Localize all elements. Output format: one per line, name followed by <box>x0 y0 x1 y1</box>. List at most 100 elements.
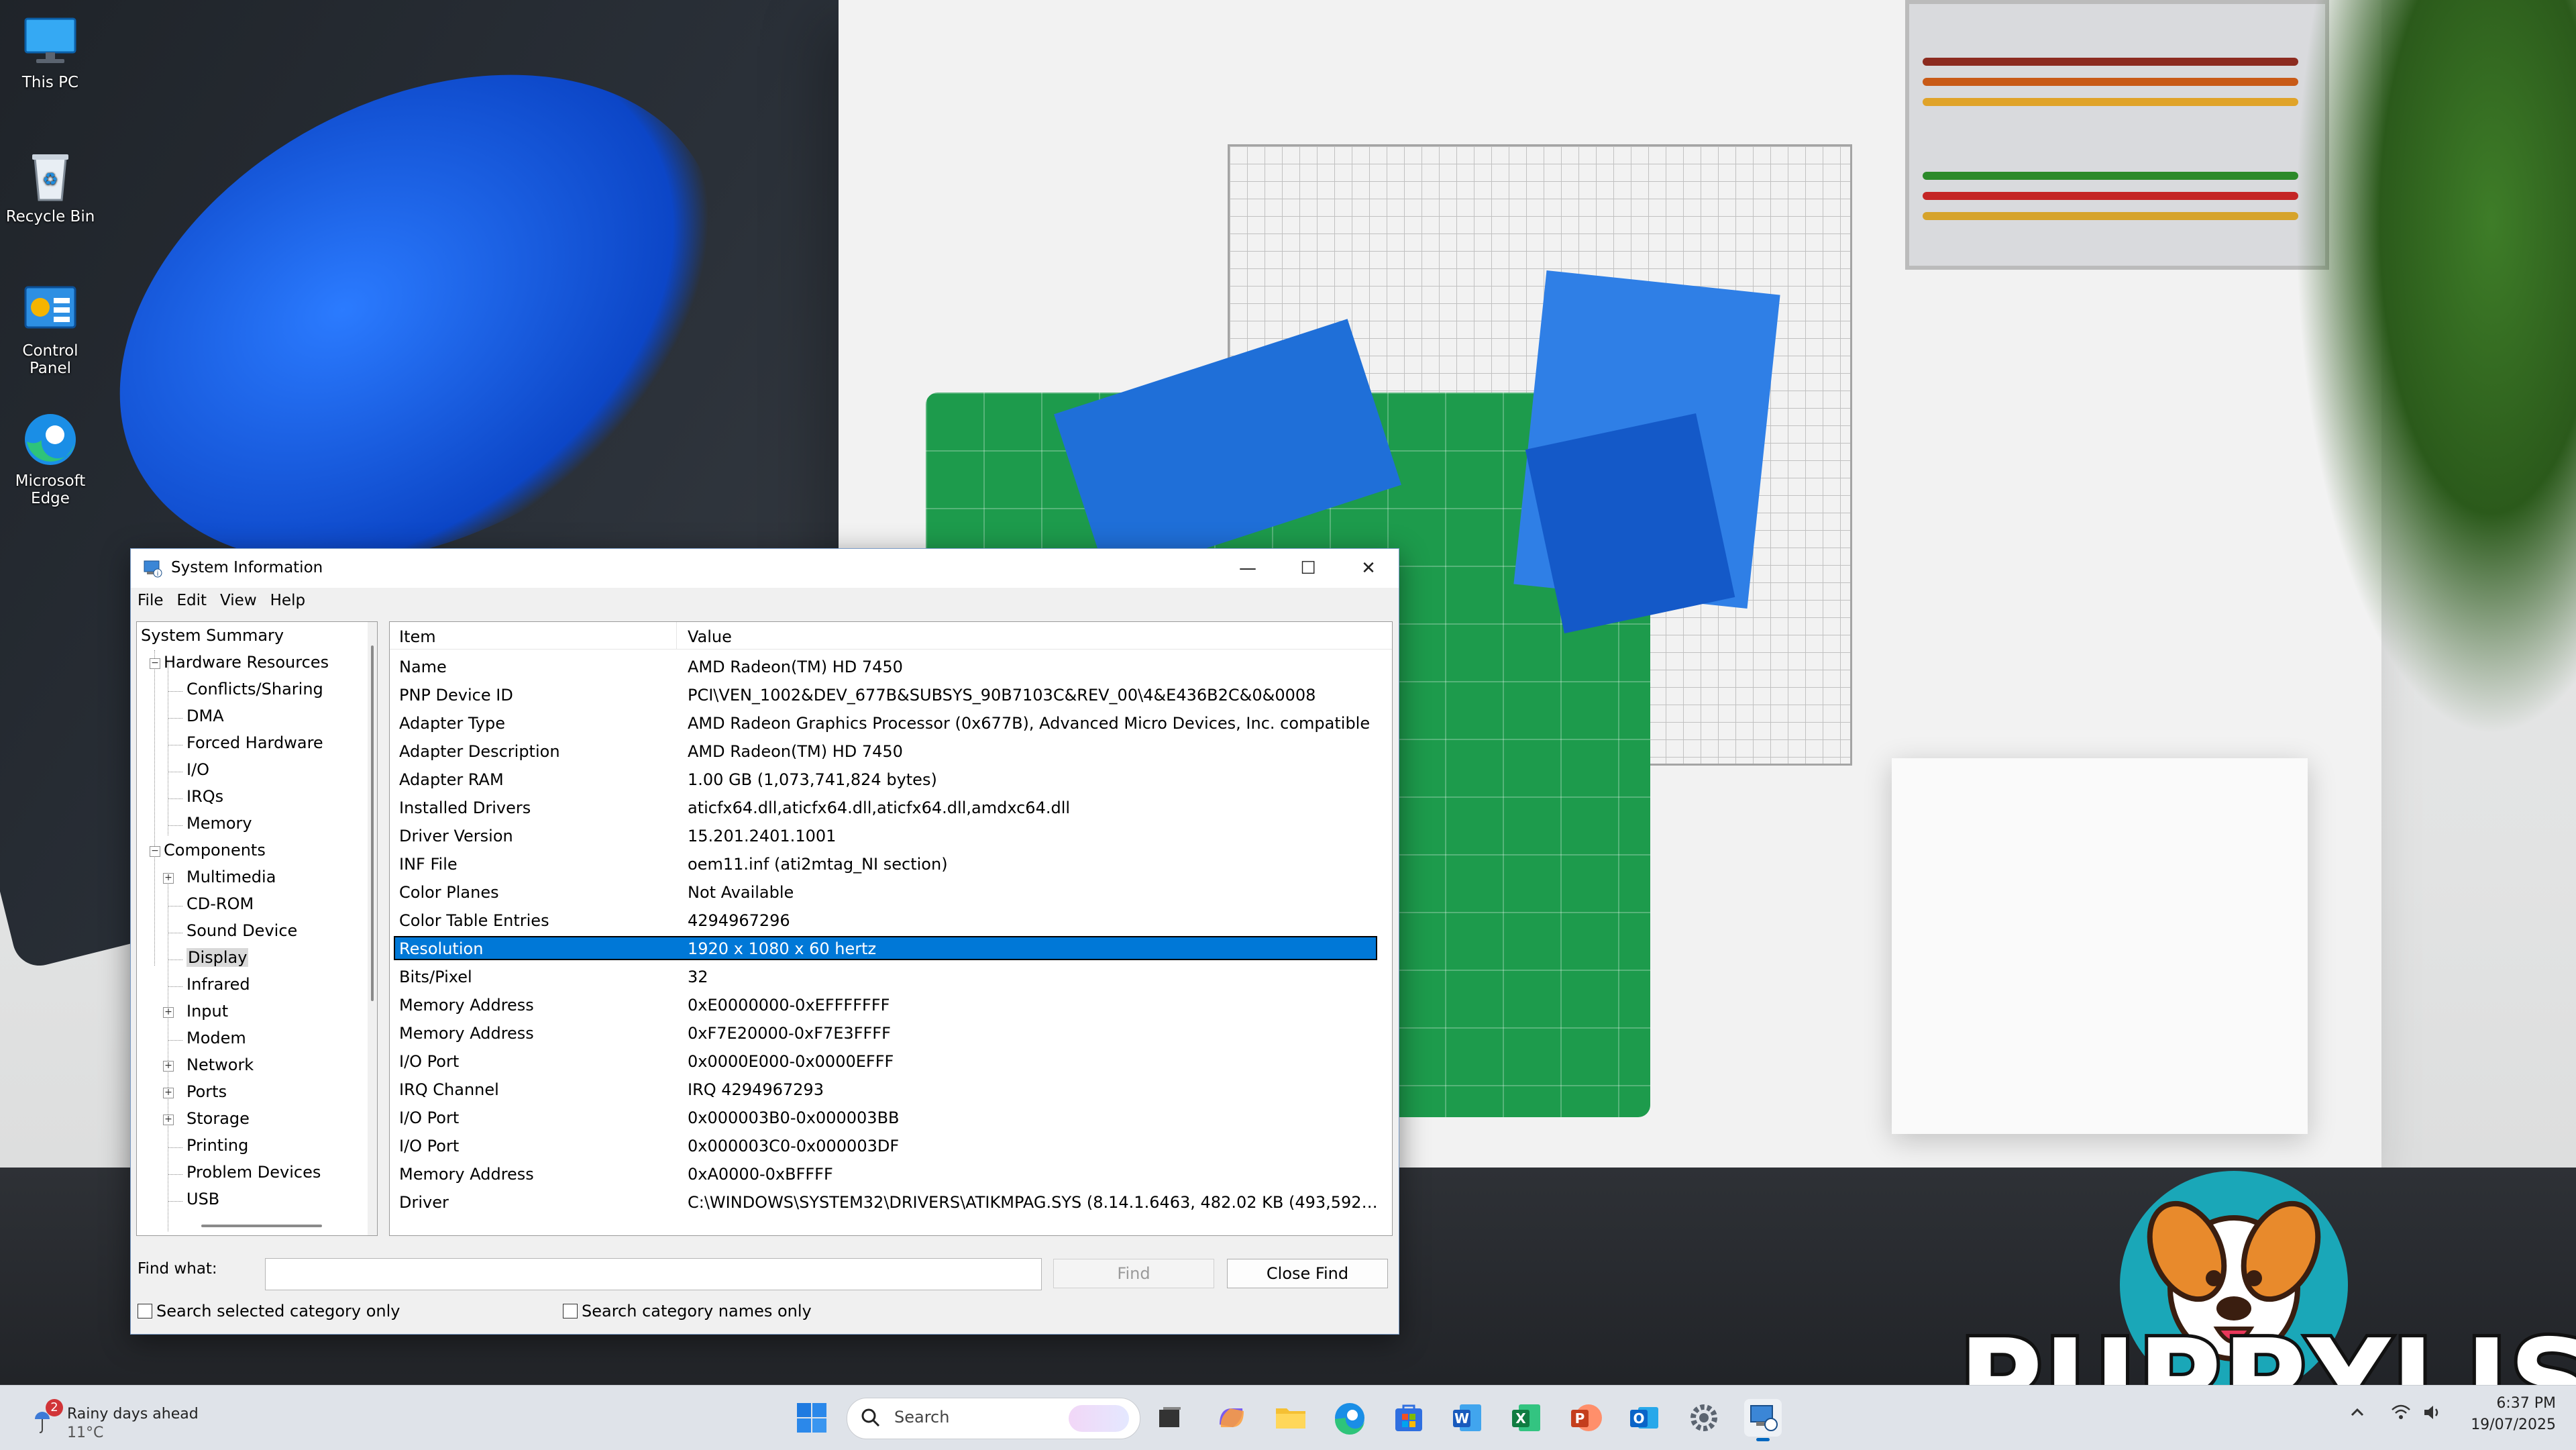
desktop-icon-this-pc[interactable]: This PC <box>0 12 101 91</box>
list-row[interactable]: I/O Port 0x000003B0-0x000003BB <box>390 1104 1392 1132</box>
tree-item-components[interactable]: Components <box>164 841 266 860</box>
list-row[interactable]: I/O Port 0x0000E000-0x0000EFFF <box>390 1047 1392 1076</box>
chevron-up-icon[interactable] <box>2348 1403 2367 1422</box>
list-row[interactable]: Resolution 1920 x 1080 x 60 hertz <box>390 935 1392 963</box>
list-row[interactable]: Adapter Type AMD Radeon Graphics Processo… <box>390 709 1392 737</box>
tree-item-irqs[interactable]: IRQs <box>186 787 223 806</box>
desktop-icon-label: Recycle Bin <box>5 208 95 225</box>
task-view-icon[interactable] <box>1151 1399 1189 1437</box>
tree-item-printing[interactable]: Printing <box>186 1136 248 1155</box>
tree-item-sound-device[interactable]: Sound Device <box>186 921 297 940</box>
clock-date[interactable]: 19/07/2025 <box>2462 1416 2556 1433</box>
collapse-icon[interactable]: − <box>150 846 160 857</box>
column-header-item[interactable]: Item <box>399 627 436 646</box>
minimize-button[interactable]: — <box>1218 549 1278 588</box>
excel-icon[interactable]: X <box>1508 1399 1546 1437</box>
control-panel-icon <box>21 280 79 338</box>
list-row[interactable]: Adapter Description AMD Radeon(TM) HD 745… <box>390 737 1392 766</box>
tree-vertical-scrollbar[interactable] <box>368 622 377 1235</box>
maximize-button[interactable]: ☐ <box>1278 549 1338 588</box>
expand-icon[interactable]: + <box>163 1088 174 1098</box>
list-row[interactable]: Adapter RAM 1.00 GB (1,073,741,824 bytes) <box>390 766 1392 794</box>
tree-item-conflicts-sharing[interactable]: Conflicts/Sharing <box>186 680 323 698</box>
column-header-value[interactable]: Value <box>688 627 732 646</box>
wifi-icon[interactable] <box>2391 1403 2411 1422</box>
file-explorer-icon[interactable] <box>1272 1399 1309 1437</box>
scrollbar-thumb[interactable] <box>371 645 374 1001</box>
list-row[interactable]: Memory Address 0xF7E20000-0xF7E3FFFF <box>390 1019 1392 1047</box>
taskbar-search-box[interactable]: Search <box>847 1398 1140 1439</box>
search-category-names-checkbox[interactable]: Search category names only <box>563 1302 812 1320</box>
menu-help[interactable]: Help <box>264 588 312 609</box>
desktop-icon-recycle-bin[interactable]: ♻ Recycle Bin <box>0 146 101 225</box>
expand-icon[interactable]: + <box>163 1007 174 1018</box>
tree-item-modem[interactable]: Modem <box>186 1029 246 1047</box>
outlook-icon[interactable]: O <box>1626 1399 1664 1437</box>
menu-view[interactable]: View <box>213 588 264 609</box>
checkbox-box[interactable] <box>563 1304 578 1318</box>
list-row[interactable]: Color Table Entries 4294967296 <box>390 907 1392 935</box>
tree-item-usb[interactable]: USB <box>186 1190 219 1208</box>
list-row[interactable]: Installed Drivers aticfx64.dll,aticfx64.d… <box>390 794 1392 822</box>
system-information-taskbar-icon[interactable] <box>1744 1399 1782 1441</box>
svg-text:W: W <box>1454 1410 1469 1427</box>
tree-item-forced-hardware[interactable]: Forced Hardware <box>186 733 323 752</box>
expand-icon[interactable]: + <box>163 873 174 884</box>
tree-item-io[interactable]: I/O <box>186 760 209 779</box>
list-row[interactable]: Driver C:\WINDOWS\SYSTEM32\DRIVERS\ATIKMP… <box>390 1188 1392 1216</box>
cell-item: I/O Port <box>399 1108 460 1127</box>
close-find-button[interactable]: Close Find <box>1227 1259 1388 1288</box>
powerpoint-icon[interactable]: P <box>1567 1399 1605 1437</box>
menu-edit[interactable]: Edit <box>170 588 214 609</box>
title-bar[interactable]: i System Information — ☐ ✕ <box>131 549 1399 588</box>
tree-horizontal-scrollbar[interactable] <box>201 1225 322 1227</box>
start-icon[interactable] <box>793 1399 830 1437</box>
find-what-input[interactable] <box>265 1258 1042 1290</box>
list-row[interactable]: Memory Address 0xA0000-0xBFFFF <box>390 1160 1392 1188</box>
tree-item-display[interactable]: Display <box>186 948 249 967</box>
tree-item-system-summary[interactable]: System Summary <box>141 626 284 645</box>
list-row[interactable]: PNP Device ID PCI\VEN_1002&DEV_677B&SUBSY… <box>390 681 1392 709</box>
menu-file[interactable]: File <box>131 588 170 609</box>
category-tree[interactable]: System Summary − Hardware Resources Conf… <box>136 621 378 1236</box>
close-button[interactable]: ✕ <box>1338 549 1399 588</box>
list-row[interactable]: Bits/Pixel 32 <box>390 963 1392 991</box>
desktop-icon-edge[interactable]: Microsoft Edge <box>0 411 101 507</box>
list-row[interactable]: Color Planes Not Available <box>390 878 1392 907</box>
tree-item-memory[interactable]: Memory <box>186 814 252 833</box>
tree-item-storage[interactable]: Storage <box>186 1109 250 1128</box>
list-row[interactable]: Name AMD Radeon(TM) HD 7450 <box>390 653 1392 681</box>
store-icon[interactable] <box>1390 1399 1428 1437</box>
tree-item-infrared[interactable]: Infrared <box>186 975 250 994</box>
list-row[interactable]: I/O Port 0x000003C0-0x000003DF <box>390 1132 1392 1160</box>
desktop-icon-control-panel[interactable]: Control Panel <box>0 280 101 377</box>
expand-icon[interactable]: + <box>163 1061 174 1072</box>
checkbox-box[interactable] <box>138 1304 152 1318</box>
details-list[interactable]: Item Value Name AMD Radeon(TM) HD 7450 PNP… <box>389 621 1393 1236</box>
list-row[interactable]: Memory Address 0xE0000000-0xEFFFFFFF <box>390 991 1392 1019</box>
weather-text: Rainy days ahead <box>67 1406 199 1422</box>
settings-icon[interactable] <box>1685 1399 1723 1437</box>
tree-item-multimedia[interactable]: Multimedia <box>186 868 276 886</box>
list-row[interactable]: IRQ Channel IRQ 4294967293 <box>390 1076 1392 1104</box>
tree-item-cd-rom[interactable]: CD-ROM <box>186 894 254 913</box>
expand-icon[interactable]: + <box>163 1115 174 1125</box>
collapse-icon[interactable]: − <box>150 658 160 669</box>
find-button[interactable]: Find <box>1053 1259 1214 1288</box>
find-what-label: Find what: <box>138 1260 217 1278</box>
tree-item-network[interactable]: Network <box>186 1055 254 1074</box>
clock-time[interactable]: 6:37 PM <box>2462 1395 2556 1412</box>
copilot-icon[interactable] <box>1213 1399 1250 1437</box>
volume-icon[interactable] <box>2422 1403 2442 1422</box>
tree-item-dma[interactable]: DMA <box>186 707 224 725</box>
tree-item-problem-devices[interactable]: Problem Devices <box>186 1163 321 1182</box>
edge-icon[interactable] <box>1331 1399 1368 1437</box>
tree-item-ports[interactable]: Ports <box>186 1082 227 1101</box>
word-icon[interactable]: W <box>1449 1399 1487 1437</box>
system-information-window[interactable]: i System Information — ☐ ✕ File Edit View H… <box>130 548 1399 1335</box>
tree-item-hardware-resources[interactable]: Hardware Resources <box>164 653 329 672</box>
list-row[interactable]: Driver Version 15.201.2401.1001 <box>390 822 1392 850</box>
search-selected-category-checkbox[interactable]: Search selected category only <box>138 1302 400 1320</box>
tree-item-input[interactable]: Input <box>186 1002 228 1021</box>
list-row[interactable]: INF File oem11.inf (ati2mtag_NI section) <box>390 850 1392 878</box>
